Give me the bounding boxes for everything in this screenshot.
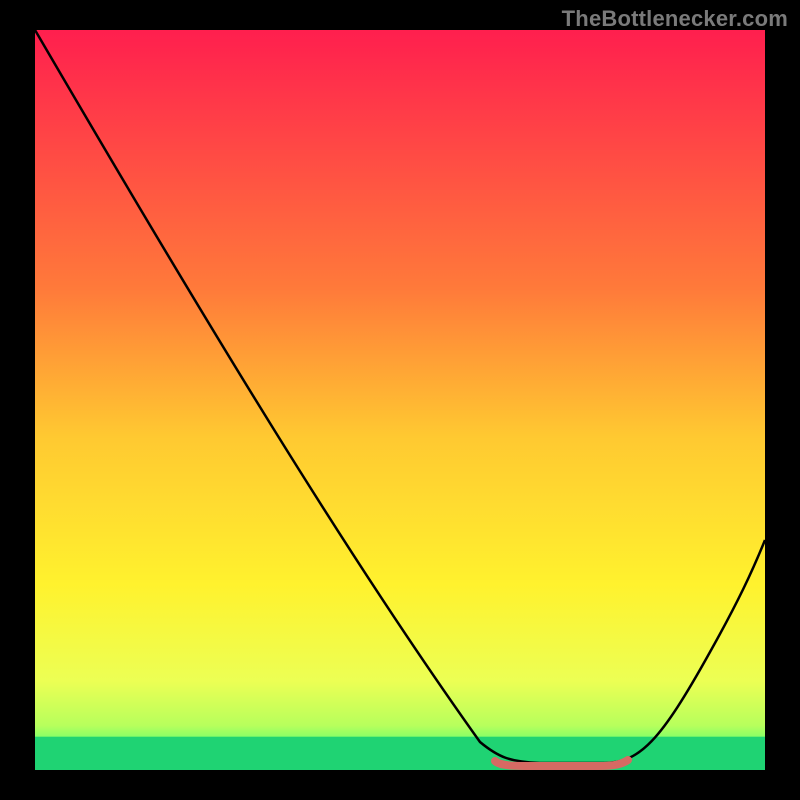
gradient-background: [35, 30, 765, 770]
green-band: [35, 737, 765, 770]
chart-stage: TheBottlenecker.com: [0, 0, 800, 800]
watermark-text: TheBottlenecker.com: [562, 6, 788, 32]
bottleneck-chart: [0, 0, 800, 800]
